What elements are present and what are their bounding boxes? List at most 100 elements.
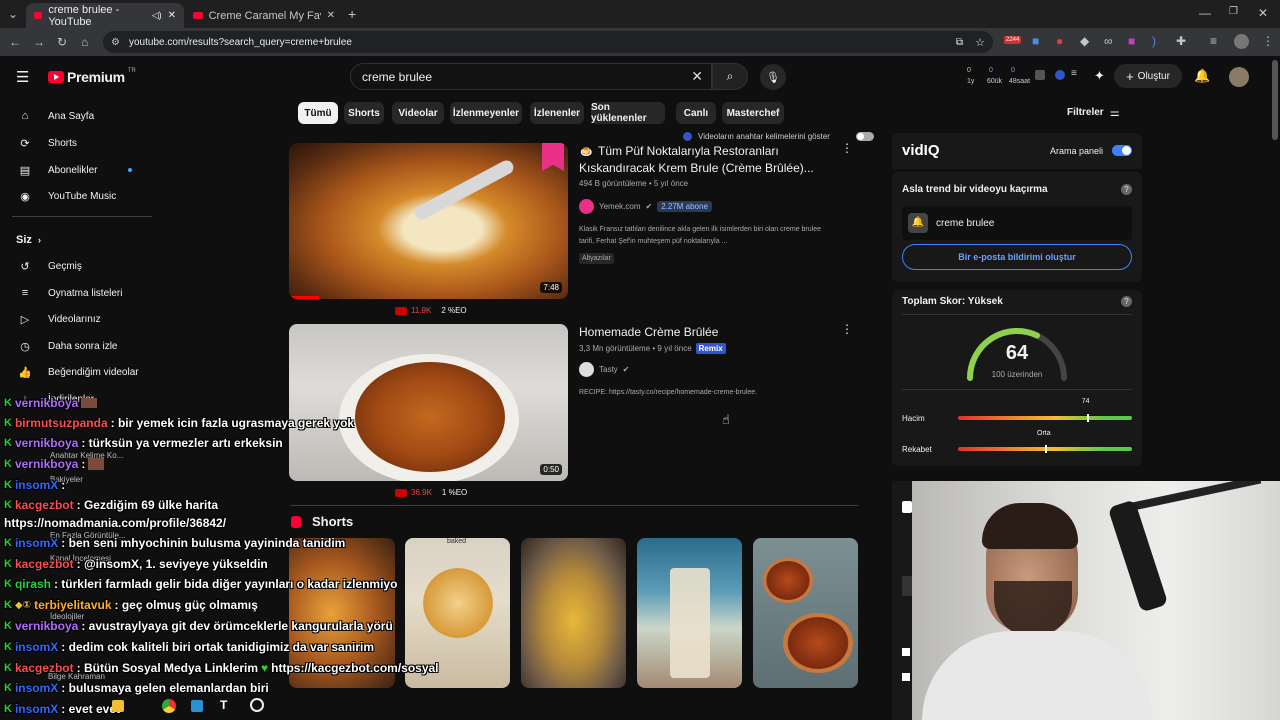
restore-icon[interactable]: ❐ bbox=[1229, 7, 1238, 17]
video-title[interactable]: Tüm Püf Noktalarıyla Restoranları bbox=[598, 143, 779, 160]
channel-info[interactable]: Tasty ✔ bbox=[579, 362, 629, 377]
chat-link[interactable]: https://kacgezbot.com/sosyal bbox=[271, 661, 438, 675]
mute-icon[interactable]: ◁) bbox=[152, 10, 162, 21]
vidiq-wand-icon[interactable]: ✦ bbox=[1094, 69, 1105, 82]
create-button[interactable]: + Oluştur bbox=[1114, 64, 1182, 88]
panel-toggle[interactable] bbox=[1112, 145, 1132, 156]
close-tab-icon[interactable]: ✕ bbox=[327, 10, 335, 21]
toggle-switch[interactable] bbox=[855, 132, 874, 141]
video-title[interactable]: Homemade Crème Brûlée bbox=[579, 324, 718, 341]
forward-icon[interactable]: → bbox=[33, 36, 45, 48]
voice-search-button[interactable]: 🎙 bbox=[760, 64, 786, 90]
subtitles-badge: Altyazılar bbox=[579, 253, 614, 264]
site-info-icon[interactable]: ⚙ bbox=[111, 37, 120, 48]
sidebar-item-playlists[interactable]: ≡ Oynatma listeleri bbox=[0, 280, 160, 306]
bookmark-star-icon[interactable]: ☆ bbox=[975, 36, 985, 49]
tab-search-icon[interactable]: ⌄ bbox=[8, 8, 18, 20]
list-icon[interactable]: ≡ bbox=[1071, 68, 1077, 79]
ramekin-shape bbox=[763, 558, 813, 603]
translate-extension-icon[interactable]: ■ bbox=[1032, 35, 1039, 47]
more-actions-icon[interactable]: ⋮ bbox=[841, 142, 853, 154]
home-icon[interactable]: ⌂ bbox=[81, 36, 88, 48]
app-icon[interactable] bbox=[191, 700, 203, 712]
extension-icon[interactable]: ∞ bbox=[1104, 35, 1113, 47]
sidebar-item-your-videos[interactable]: ▷ Videolarınız bbox=[0, 306, 160, 332]
short-thumbnail[interactable] bbox=[637, 538, 742, 688]
chip-unwatched[interactable]: İzlenmeyenler bbox=[450, 102, 522, 124]
video-title[interactable]: Kıskandıracak Krem Brule (Crème Brûlée).… bbox=[579, 160, 814, 177]
remix-badge[interactable]: Remix bbox=[695, 343, 726, 354]
sidebar-item-subscriptions[interactable]: ▤ Abonelikler bbox=[0, 157, 160, 183]
window-close-icon[interactable]: ✕ bbox=[1258, 7, 1268, 19]
chip-watched[interactable]: İzlenenler bbox=[530, 102, 584, 124]
help-icon[interactable]: ? bbox=[1121, 296, 1132, 307]
extension-icon[interactable]: ■ bbox=[1128, 35, 1135, 47]
extension-badge[interactable]: 2244 bbox=[1004, 36, 1022, 44]
short-thumbnail[interactable] bbox=[521, 538, 626, 688]
short-thumbnail[interactable] bbox=[753, 538, 858, 688]
competition-value: Orta bbox=[1037, 430, 1051, 437]
clear-search-icon[interactable]: ✕ bbox=[691, 68, 703, 85]
close-tab-icon[interactable]: ✕ bbox=[168, 10, 176, 21]
extensions-puzzle-icon[interactable]: ✚ bbox=[1176, 35, 1186, 47]
kick-icon: K bbox=[4, 437, 12, 449]
reload-icon[interactable]: ↻ bbox=[57, 36, 67, 48]
extension-icon[interactable]: ◆ bbox=[1080, 35, 1089, 47]
tab-youtube-search[interactable]: creme brulee - YouTube ◁) ✕ bbox=[26, 3, 184, 28]
chat-user: insomX bbox=[14, 640, 59, 654]
partial-chip bbox=[902, 501, 912, 513]
search-input[interactable]: creme brulee ✕ bbox=[350, 63, 712, 90]
calculator-icon[interactable] bbox=[1035, 70, 1045, 80]
checkbox[interactable] bbox=[902, 648, 910, 656]
more-actions-icon[interactable]: ⋮ bbox=[841, 323, 853, 335]
sidebar-item-watch-later[interactable]: ◷ Daha sonra izle bbox=[0, 333, 160, 359]
cast-icon[interactable]: ⧉ bbox=[956, 37, 963, 48]
chat-message: Kqirash: türkleri farmladı gelir bida di… bbox=[4, 577, 397, 591]
profile-avatar[interactable] bbox=[1234, 34, 1249, 49]
reading-list-icon[interactable]: ≡ bbox=[1210, 35, 1217, 47]
tab-creme-caramel[interactable]: Creme Caramel My Favorite De ✕ bbox=[185, 3, 343, 28]
hamburger-menu-icon[interactable]: ☰ bbox=[16, 70, 29, 85]
yemek-logo-icon bbox=[542, 143, 564, 171]
extension-icon[interactable]: ● bbox=[1056, 35, 1063, 47]
search-button[interactable]: ⌕ bbox=[712, 63, 748, 90]
address-bar[interactable]: ⚙ youtube.com/results?search_query=creme… bbox=[103, 31, 993, 53]
sidebar-item-history[interactable]: ↺ Geçmiş bbox=[0, 253, 160, 279]
tradingview-icon[interactable]: T bbox=[220, 698, 227, 712]
vidiq-icon[interactable] bbox=[1055, 70, 1065, 80]
new-tab-icon[interactable]: + bbox=[348, 7, 356, 21]
checkbox[interactable] bbox=[902, 673, 910, 681]
notifications-bell-icon[interactable]: 🔔 bbox=[1194, 69, 1210, 82]
youtube-premium-logo[interactable]: Premium TR bbox=[48, 68, 136, 85]
channel-info[interactable]: Yemek.com ✔ 2.27M abone bbox=[579, 199, 712, 214]
file-explorer-icon[interactable] bbox=[112, 700, 124, 712]
sidebar-item-home[interactable]: ⌂ Ana Sayfa bbox=[0, 103, 160, 129]
extension-icon[interactable]: ) bbox=[1152, 35, 1156, 47]
keyword-toggle[interactable]: Videoların anahtar kelimelerini göster bbox=[683, 132, 874, 141]
obs-icon[interactable] bbox=[250, 698, 264, 712]
chip-videos[interactable]: Videolar bbox=[392, 102, 444, 124]
minimize-icon[interactable]: — bbox=[1199, 7, 1211, 19]
help-icon[interactable]: ? bbox=[1121, 184, 1132, 195]
sidebar-you-header[interactable]: Siz › bbox=[0, 227, 160, 253]
avatar[interactable] bbox=[1229, 67, 1249, 87]
chrome-icon[interactable] bbox=[162, 699, 176, 713]
email-alert-button[interactable]: Bir e-posta bildirimi oluştur bbox=[902, 244, 1132, 270]
sidebar-item-liked[interactable]: 👍 Beğendiğim videolar bbox=[0, 359, 160, 385]
score-subtitle: 100 üzerinden bbox=[991, 370, 1043, 379]
home-icon: ⌂ bbox=[21, 110, 29, 122]
filters-button[interactable]: Filtreler ⚌ bbox=[1067, 106, 1120, 119]
scrollbar-thumb[interactable] bbox=[1272, 60, 1278, 140]
chip-recently-uploaded[interactable]: Son yüklenenler bbox=[591, 102, 665, 124]
chip-live[interactable]: Canlı bbox=[676, 102, 716, 124]
menu-dots-icon[interactable]: ⋮ bbox=[1262, 35, 1274, 47]
sidebar-item-music[interactable]: ◉ YouTube Music bbox=[0, 183, 160, 209]
video-thumbnail[interactable]: 7:48 bbox=[289, 143, 568, 299]
back-icon[interactable]: ← bbox=[9, 36, 21, 48]
chip-all[interactable]: Tümü bbox=[298, 102, 338, 124]
volume-marker bbox=[1086, 414, 1089, 422]
sidebar-item-label: Daha sonra izle bbox=[48, 340, 118, 352]
sidebar-item-shorts[interactable]: ⟳ Shorts bbox=[0, 130, 160, 156]
chip-masterchef[interactable]: Masterchef bbox=[722, 102, 784, 124]
chip-shorts[interactable]: Shorts bbox=[344, 102, 384, 124]
